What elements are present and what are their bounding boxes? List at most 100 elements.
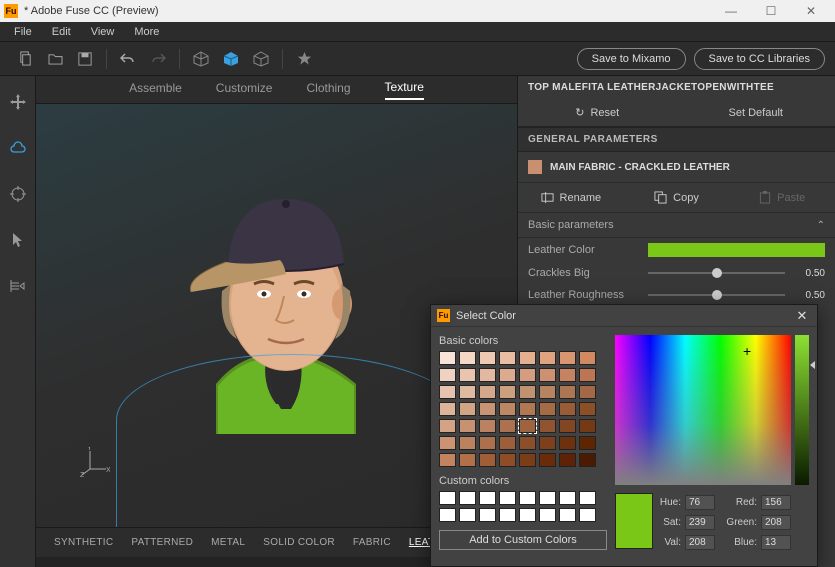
close-button[interactable]: ✕ [791, 0, 831, 22]
basic-swatch[interactable] [519, 351, 536, 365]
btab-patterned[interactable]: PATTERNED [131, 537, 193, 548]
basic-swatch[interactable] [459, 385, 476, 399]
redo-icon[interactable] [143, 44, 173, 74]
hue-input[interactable] [685, 495, 715, 510]
custom-swatch[interactable] [479, 508, 496, 522]
roughness-slider[interactable] [648, 294, 785, 296]
leather-color-swatch[interactable] [648, 243, 825, 257]
basic-swatch[interactable] [499, 436, 516, 450]
basic-swatch[interactable] [539, 402, 556, 416]
basic-swatch[interactable] [539, 351, 556, 365]
basic-swatch[interactable] [459, 368, 476, 382]
val-input[interactable] [685, 535, 715, 550]
pointer-tool-icon[interactable] [6, 228, 30, 252]
basic-swatch[interactable] [499, 368, 516, 382]
open-icon[interactable] [40, 44, 70, 74]
menu-edit[interactable]: Edit [42, 26, 81, 38]
basic-swatch[interactable] [439, 436, 456, 450]
basic-swatch[interactable] [539, 436, 556, 450]
tab-customize[interactable]: Customize [216, 81, 273, 99]
basic-swatch[interactable] [539, 385, 556, 399]
fabric-row[interactable]: MAIN FABRIC - CRACKLED LEATHER [518, 152, 835, 183]
basic-swatch[interactable] [499, 385, 516, 399]
export-tool-icon[interactable] [6, 274, 30, 298]
value-slider[interactable] [795, 335, 809, 485]
cloud-tool-icon[interactable] [6, 136, 30, 160]
basic-swatch[interactable] [479, 419, 496, 433]
custom-swatch[interactable] [479, 491, 496, 505]
green-input[interactable] [761, 515, 791, 530]
basic-swatch[interactable] [579, 453, 596, 467]
basic-swatch[interactable] [459, 436, 476, 450]
basic-swatch[interactable] [519, 402, 536, 416]
basic-swatch[interactable] [559, 436, 576, 450]
star-icon[interactable] [289, 44, 319, 74]
tab-assemble[interactable]: Assemble [129, 81, 182, 99]
copy-button[interactable]: Copy [624, 183, 730, 212]
section-general[interactable]: GENERAL PARAMETERS [518, 127, 835, 152]
dialog-close-icon[interactable]: ✕ [793, 308, 811, 324]
reset-button[interactable]: ↻Reset [518, 99, 677, 126]
basic-swatch[interactable] [479, 402, 496, 416]
custom-swatch[interactable] [579, 508, 596, 522]
btab-metal[interactable]: METAL [211, 537, 245, 548]
rename-button[interactable]: Rename [518, 183, 624, 212]
basic-swatch[interactable] [539, 419, 556, 433]
basic-swatch[interactable] [559, 419, 576, 433]
dialog-titlebar[interactable]: Fu Select Color ✕ [431, 305, 817, 327]
basic-swatch[interactable] [499, 402, 516, 416]
basic-swatch[interactable] [439, 419, 456, 433]
basic-swatch[interactable] [559, 385, 576, 399]
new-icon[interactable] [10, 44, 40, 74]
cube-wire-icon[interactable] [246, 44, 276, 74]
basic-swatch[interactable] [559, 368, 576, 382]
menu-more[interactable]: More [124, 26, 169, 38]
basic-swatch[interactable] [539, 453, 556, 467]
basic-swatch[interactable] [579, 368, 596, 382]
crackles-slider[interactable] [648, 272, 785, 274]
undo-icon[interactable] [113, 44, 143, 74]
basic-swatch[interactable] [439, 351, 456, 365]
basic-swatch[interactable] [439, 453, 456, 467]
add-custom-color-button[interactable]: Add to Custom Colors [439, 530, 607, 550]
basic-swatch[interactable] [579, 385, 596, 399]
blue-input[interactable] [761, 535, 791, 550]
custom-swatch[interactable] [539, 491, 556, 505]
basic-swatch[interactable] [479, 453, 496, 467]
basic-swatch[interactable] [579, 351, 596, 365]
btab-fabric[interactable]: FABRIC [353, 537, 391, 548]
basic-swatch[interactable] [439, 385, 456, 399]
basic-swatch[interactable] [459, 402, 476, 416]
basic-swatch[interactable] [519, 368, 536, 382]
custom-swatch[interactable] [439, 491, 456, 505]
basic-swatch[interactable] [519, 385, 536, 399]
custom-swatch[interactable] [459, 508, 476, 522]
custom-swatch[interactable] [499, 508, 516, 522]
custom-swatch[interactable] [499, 491, 516, 505]
basic-swatch[interactable] [479, 385, 496, 399]
basic-swatch[interactable] [439, 402, 456, 416]
custom-swatch[interactable] [459, 491, 476, 505]
basic-swatch[interactable] [559, 402, 576, 416]
sat-input[interactable] [685, 515, 715, 530]
basic-swatch[interactable] [459, 351, 476, 365]
basic-swatch[interactable] [459, 419, 476, 433]
custom-swatch[interactable] [439, 508, 456, 522]
basic-swatch[interactable] [439, 368, 456, 382]
btab-solid-color[interactable]: SOLID COLOR [263, 537, 335, 548]
menu-view[interactable]: View [81, 26, 125, 38]
tab-clothing[interactable]: Clothing [306, 81, 350, 99]
basic-swatch[interactable] [559, 453, 576, 467]
custom-swatch[interactable] [559, 491, 576, 505]
basic-swatch[interactable] [499, 453, 516, 467]
basic-swatch[interactable] [579, 436, 596, 450]
set-default-button[interactable]: Set Default [677, 99, 835, 126]
basic-swatch[interactable] [579, 419, 596, 433]
basic-swatch[interactable] [479, 351, 496, 365]
custom-swatch[interactable] [519, 491, 536, 505]
save-icon[interactable] [70, 44, 100, 74]
paste-button[interactable]: Paste [729, 183, 835, 212]
basic-swatch[interactable] [519, 419, 536, 433]
maximize-button[interactable]: ☐ [751, 0, 791, 22]
move-tool-icon[interactable] [6, 90, 30, 114]
